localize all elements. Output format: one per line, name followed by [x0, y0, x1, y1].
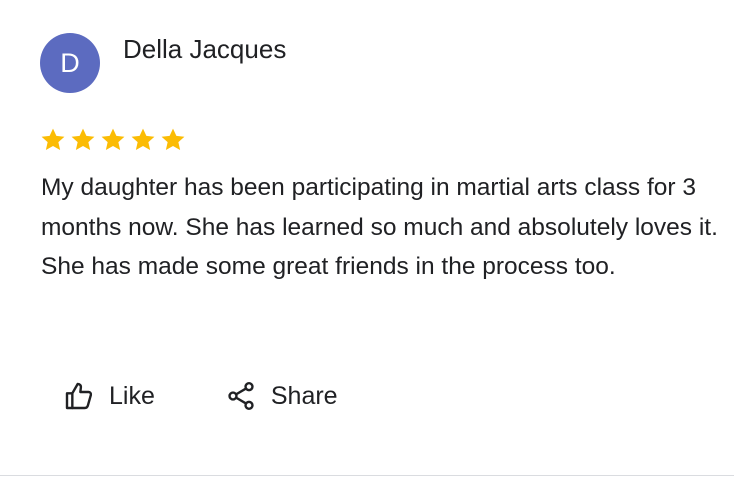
like-label: Like — [109, 381, 155, 410]
star-icon — [131, 128, 155, 151]
review-actions: Like Share — [63, 375, 338, 417]
avatar[interactable]: D — [40, 33, 100, 93]
like-button[interactable]: Like — [63, 375, 155, 417]
share-button[interactable]: Share — [225, 375, 338, 417]
star-icon — [71, 128, 95, 151]
divider — [0, 475, 734, 476]
star-icon — [161, 128, 185, 151]
review-card: D Della Jacques My daughter has been par… — [0, 0, 734, 480]
share-icon — [228, 382, 254, 410]
reviewer-name[interactable]: Della Jacques — [123, 33, 286, 65]
thumbs-up-icon — [65, 382, 93, 410]
star-icon — [41, 128, 65, 151]
share-label: Share — [270, 381, 338, 410]
review-text: My daughter has been participating in ma… — [41, 174, 718, 280]
star-icon — [101, 128, 125, 151]
star-rating — [39, 126, 187, 154]
avatar-letter: D — [60, 47, 80, 78]
